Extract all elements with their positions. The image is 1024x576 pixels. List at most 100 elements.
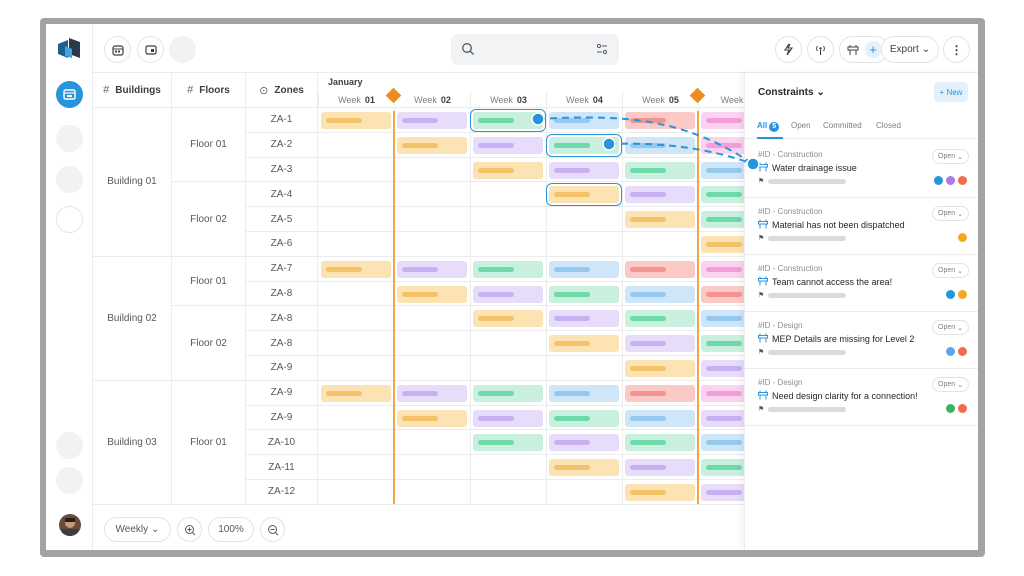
status-dropdown[interactable]: Open ⌄: [932, 320, 969, 335]
add-constraint-icon[interactable]: +: [864, 41, 882, 58]
task-bar[interactable]: [473, 384, 543, 402]
floor-cell[interactable]: Floor 01: [172, 108, 246, 183]
week-header[interactable]: Week 05: [622, 92, 698, 108]
assignee-avatar[interactable]: [946, 290, 955, 299]
week-header[interactable]: Week 04: [546, 92, 622, 108]
task-bar[interactable]: [546, 133, 622, 157]
tab-committed[interactable]: Committed: [823, 121, 862, 130]
floor-cell[interactable]: Floor 01: [172, 256, 246, 307]
task-bar[interactable]: [701, 434, 746, 452]
floor-cell[interactable]: Floor 02: [172, 306, 246, 381]
zone-cell[interactable]: ZA-12: [246, 480, 318, 505]
more-options-button[interactable]: ⋮: [943, 36, 970, 63]
new-constraint-button[interactable]: + New: [934, 82, 968, 102]
floors-header[interactable]: # Floors: [172, 73, 246, 108]
assignee-avatar[interactable]: [958, 404, 967, 413]
zone-cell[interactable]: ZA-8: [246, 306, 318, 332]
constraints-title[interactable]: Constraints ⌄: [758, 87, 825, 98]
task-bar[interactable]: [625, 409, 695, 427]
task-bar[interactable]: [321, 384, 391, 402]
assignee-avatar[interactable]: [958, 290, 967, 299]
task-bar[interactable]: [701, 384, 746, 402]
export-button[interactable]: Export ⌄: [881, 36, 939, 63]
task-bar[interactable]: [701, 409, 746, 427]
task-bar[interactable]: [625, 136, 695, 154]
task-bar[interactable]: [397, 260, 467, 278]
building-cell[interactable]: Building 01: [93, 108, 172, 257]
constraint-card[interactable]: #ID - Construction Team cannot access th…: [745, 255, 978, 312]
week-header[interactable]: Week 03: [470, 92, 546, 108]
task-bar[interactable]: [546, 183, 622, 207]
task-bar[interactable]: [473, 260, 543, 278]
status-dropdown[interactable]: Open ⌄: [932, 149, 969, 164]
assignee-avatar[interactable]: [958, 176, 967, 185]
zone-cell[interactable]: ZA-3: [246, 157, 318, 183]
assignee-avatar[interactable]: [934, 176, 943, 185]
task-bar[interactable]: [549, 434, 619, 452]
assignee-avatar[interactable]: [958, 233, 967, 242]
nav-placeholder-3[interactable]: [56, 206, 83, 233]
task-bar[interactable]: [321, 260, 391, 278]
broadcast-button[interactable]: [807, 36, 834, 63]
assignee-avatar[interactable]: [946, 176, 955, 185]
nav-placeholder-2[interactable]: [56, 166, 83, 193]
view-mode-dropdown[interactable]: Weekly ⌄: [104, 517, 171, 542]
nav-placeholder-1[interactable]: [56, 125, 83, 152]
assignee-avatar[interactable]: [946, 404, 955, 413]
task-bar[interactable]: [397, 112, 467, 129]
task-bar[interactable]: [625, 310, 695, 328]
board-button[interactable]: [137, 36, 164, 63]
task-bar[interactable]: [549, 409, 619, 427]
task-bar[interactable]: [625, 260, 695, 278]
task-bar[interactable]: [549, 112, 619, 129]
zone-cell[interactable]: ZA-9: [246, 405, 318, 431]
tab-closed[interactable]: Closed: [876, 121, 901, 130]
constraint-card[interactable]: #ID - Design MEP Details are missing for…: [745, 312, 978, 369]
task-bar[interactable]: [397, 409, 467, 427]
zone-cell[interactable]: ZA-9: [246, 356, 318, 381]
task-bar[interactable]: [397, 384, 467, 402]
zoom-out-button[interactable]: [260, 517, 285, 542]
zone-cell[interactable]: ZA-5: [246, 207, 318, 232]
task-bar[interactable]: [473, 136, 543, 154]
task-bar[interactable]: [701, 310, 746, 328]
task-bar[interactable]: [470, 109, 546, 132]
task-bar[interactable]: [625, 186, 695, 204]
zone-cell[interactable]: ZA-1: [246, 108, 318, 133]
tab-all[interactable]: All 5: [757, 121, 780, 132]
constraint-card[interactable]: #ID - Construction Material has not been…: [745, 198, 978, 255]
task-bar[interactable]: [473, 161, 543, 179]
zone-cell[interactable]: ZA-11: [246, 455, 318, 480]
task-bar[interactable]: [701, 136, 746, 154]
task-bar[interactable]: [625, 335, 695, 353]
task-bar[interactable]: [549, 310, 619, 328]
task-bar[interactable]: [397, 136, 467, 154]
task-bar[interactable]: [549, 335, 619, 353]
status-dropdown[interactable]: Open ⌄: [932, 263, 969, 278]
nav-placeholder-5[interactable]: [56, 467, 83, 494]
task-bar[interactable]: [701, 484, 746, 501]
week-header[interactable]: Week 02: [394, 92, 470, 108]
status-dropdown[interactable]: Open ⌄: [932, 206, 969, 221]
zoom-level[interactable]: 100%: [208, 517, 254, 542]
task-bar[interactable]: [701, 459, 746, 477]
task-bar[interactable]: [473, 310, 543, 328]
task-bar[interactable]: [473, 434, 543, 452]
task-bar[interactable]: [625, 484, 695, 501]
floor-cell[interactable]: Floor 01: [172, 380, 246, 505]
calendar-button[interactable]: [104, 36, 131, 63]
status-dropdown[interactable]: Open ⌄: [932, 377, 969, 392]
task-bar[interactable]: [701, 360, 746, 377]
building-cell[interactable]: Building 03: [93, 380, 172, 505]
task-bar[interactable]: [473, 285, 543, 303]
task-bar[interactable]: [625, 161, 695, 179]
week-header[interactable]: Week 01: [318, 92, 394, 108]
task-bar[interactable]: [625, 459, 695, 477]
task-bar[interactable]: [701, 211, 746, 229]
automation-button[interactable]: [775, 36, 802, 63]
building-cell[interactable]: Building 02: [93, 256, 172, 381]
task-bar[interactable]: [473, 409, 543, 427]
filter-icon[interactable]: [596, 43, 608, 55]
task-bar[interactable]: [549, 285, 619, 303]
zone-cell[interactable]: ZA-2: [246, 132, 318, 158]
